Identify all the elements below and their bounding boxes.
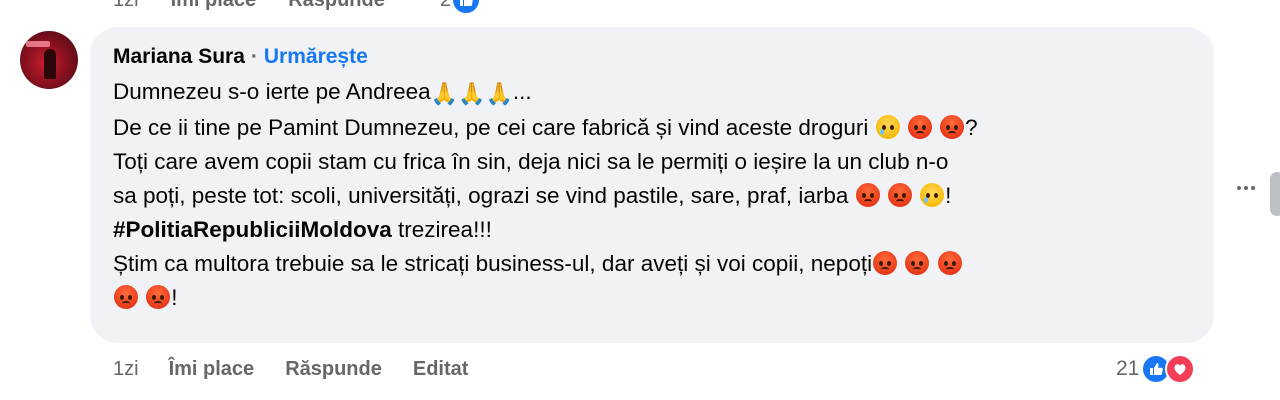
author-name[interactable]: Mariana Sura	[113, 43, 245, 71]
comment-line: !	[113, 281, 1192, 315]
sad-emoji-icon	[920, 183, 945, 207]
comment-bubble: Mariana Sura · Urmărește Dumnezeu s-o ie…	[90, 27, 1214, 343]
comment-header: Mariana Sura · Urmărește	[113, 43, 1192, 71]
comment-line-text: De ce ii tine pe Pamint Dumnezeu, pe cei…	[113, 115, 875, 140]
pray-emoji-icon: 🙏	[485, 81, 513, 106]
angry-emoji-icon	[887, 183, 912, 207]
follow-button[interactable]: Urmărește	[264, 43, 368, 71]
scrollbar-thumb[interactable]	[1270, 172, 1280, 216]
angry-emoji-icon	[907, 115, 932, 139]
angry-emoji-icon	[905, 251, 930, 275]
comment-line-text: Dumnezeu s-o ierte pe Andreea	[113, 79, 431, 104]
angry-emoji-icon	[940, 115, 965, 139]
comment-line-text: ...	[512, 79, 532, 104]
separator-dot: ·	[250, 45, 258, 68]
like-icon	[451, 0, 482, 15]
comment-line: Dumnezeu s-o ierte pe Andreea🙏🙏🙏...	[113, 75, 1192, 111]
previous-like-button[interactable]: Îmi place	[171, 0, 257, 12]
comment-time[interactable]: 1zi	[113, 358, 139, 381]
comment-line-text: !	[171, 285, 178, 310]
angry-emoji-icon	[146, 285, 171, 309]
angry-emoji-icon	[873, 251, 898, 275]
comment-line: Știm ca multora trebuie sa le stricați b…	[113, 247, 1192, 281]
edited-label[interactable]: Editat	[413, 358, 469, 381]
comment-line: Toți care avem copii stam cu frica în si…	[113, 149, 949, 174]
reaction-summary[interactable]: 21	[1116, 354, 1196, 384]
pray-emoji-icon: 🙏	[430, 81, 459, 106]
comment-line-text: trezirea!!!	[391, 217, 492, 242]
previous-reply-button[interactable]: Răspunde	[288, 0, 385, 12]
angry-emoji-icon	[855, 183, 880, 207]
avatar[interactable]	[20, 31, 78, 89]
comment-line: sa poți, peste tot: scoli, universități,…	[113, 179, 1192, 213]
comment-line-text: sa poți, peste tot: scoli, universități,…	[113, 183, 855, 208]
sad-emoji-icon	[875, 115, 900, 139]
hashtag-link[interactable]: #PolitiaRepubliciiMoldova	[113, 217, 392, 242]
comment-actions: 1zi Îmi place Răspunde Editat	[113, 355, 468, 383]
reaction-count: 21	[1116, 357, 1140, 380]
previous-comment-time[interactable]: 1zi	[113, 0, 139, 12]
previous-comment-actions: 1zi Îmi place Răspunde	[113, 0, 417, 14]
pray-emoji-icon: 🙏	[458, 81, 486, 106]
heart-icon	[1165, 354, 1196, 384]
comment-line: De ce ii tine pe Pamint Dumnezeu, pe cei…	[113, 111, 1192, 145]
previous-comment-reactions[interactable]: 2	[440, 0, 482, 15]
comment-line: #PolitiaRepubliciiMoldova trezirea!!!	[113, 213, 1192, 247]
angry-emoji-icon	[937, 251, 962, 275]
angry-emoji-icon	[114, 285, 138, 309]
more-options-icon[interactable]	[1234, 176, 1258, 200]
previous-reaction-count: 2	[440, 0, 451, 12]
comment-line-text: ?	[965, 115, 978, 140]
comment-line-text: Știm ca multora trebuie sa le stricați b…	[113, 251, 873, 276]
comment-line-text: !	[945, 183, 952, 208]
comment-text: Dumnezeu s-o ierte pe Andreea🙏🙏🙏... De c…	[113, 75, 1192, 315]
like-button[interactable]: Îmi place	[169, 358, 255, 381]
reply-button[interactable]: Răspunde	[285, 358, 382, 381]
